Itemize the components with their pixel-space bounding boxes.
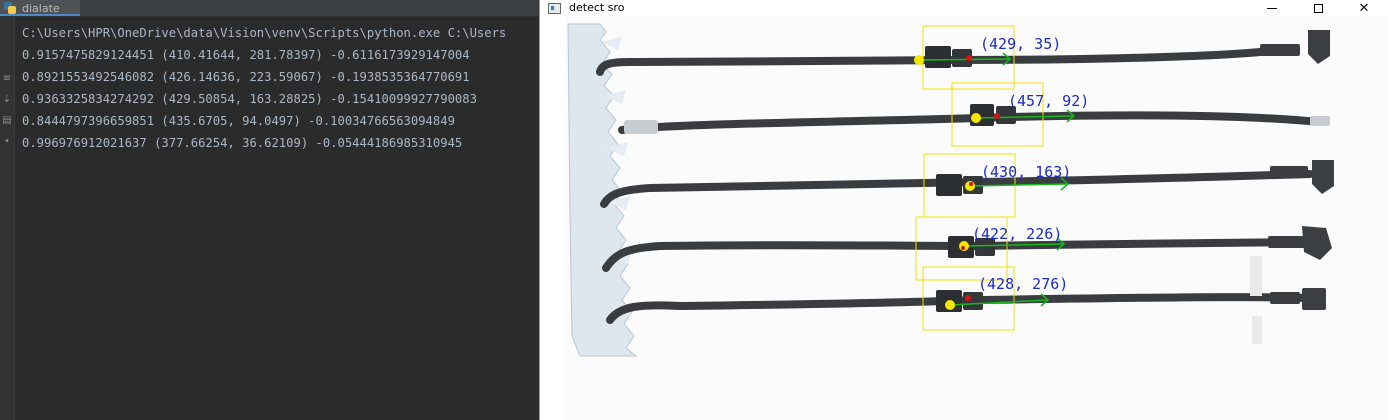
detection-label: (430, 163) — [981, 163, 1071, 181]
maximize-icon — [1313, 3, 1323, 13]
console-toolbar: ≡ ⇣ ▤ • — [0, 17, 15, 420]
maximize-button[interactable] — [1295, 0, 1341, 16]
run-tab-label: dialate — [22, 1, 60, 15]
key-dot — [969, 182, 973, 186]
app-icon — [548, 3, 561, 14]
console-line: 0.8921553492546082 (426.14636, 223.59067… — [22, 70, 470, 84]
detection-label: (429, 35) — [980, 35, 1061, 53]
close-icon: ✕ — [1358, 0, 1370, 16]
console-line: 0.9363325834274292 (429.50854, 163.28825… — [22, 92, 477, 106]
soft-wrap-icon[interactable]: ≡ — [1, 73, 13, 84]
detection-label: (428, 276) — [978, 275, 1068, 293]
ide-run-panel: dialate ≡ ⇣ ▤ • C:\Users\HPR\OneDrive\da… — [0, 0, 539, 420]
close-button[interactable]: ✕ — [1341, 0, 1387, 16]
print-icon[interactable]: ▤ — [1, 115, 13, 126]
console-line: 0.996976912021637 (377.66254, 36.62109) … — [22, 136, 463, 150]
minimize-button[interactable] — [1249, 0, 1295, 16]
direction-arrow — [919, 58, 1011, 61]
scroll-end-icon[interactable]: ⇣ — [1, 94, 13, 105]
console-line: 0.8444797396659851 (435.6705, 94.0497) -… — [22, 114, 455, 128]
detection-image: (429, 35) (457, 92) (430, 163) (422, 226… — [540, 16, 1388, 420]
key-dot — [965, 295, 971, 301]
console-line: C:\Users\HPR\OneDrive\data\Vision\venv\S… — [22, 26, 507, 40]
detection-label: (422, 226) — [972, 225, 1062, 243]
key-dot — [961, 246, 965, 250]
console-output: C:\Users\HPR\OneDrive\data\Vision\venv\S… — [22, 22, 506, 154]
console-line: 0.9157475829124451 (410.41644, 281.78397… — [22, 48, 470, 62]
detect-window: detect sro ✕ (429, 35) (457, 92) (430, 1… — [539, 0, 1388, 420]
center-dot — [914, 55, 924, 65]
key-dot — [966, 55, 972, 61]
detection-label: (457, 92) — [1008, 92, 1089, 110]
key-dot — [994, 113, 1000, 119]
clear-icon[interactable]: • — [1, 136, 13, 147]
run-tab-dialate[interactable]: dialate — [0, 0, 80, 16]
python-icon — [4, 2, 16, 14]
run-tab-bar: dialate — [0, 0, 539, 17]
window-titlebar[interactable]: detect sro ✕ — [540, 0, 1388, 16]
window-title: detect sro — [569, 1, 625, 14]
center-dot — [945, 300, 955, 310]
active-tab-indicator — [0, 14, 80, 16]
minimize-icon — [1267, 7, 1277, 9]
center-dot — [971, 113, 981, 123]
